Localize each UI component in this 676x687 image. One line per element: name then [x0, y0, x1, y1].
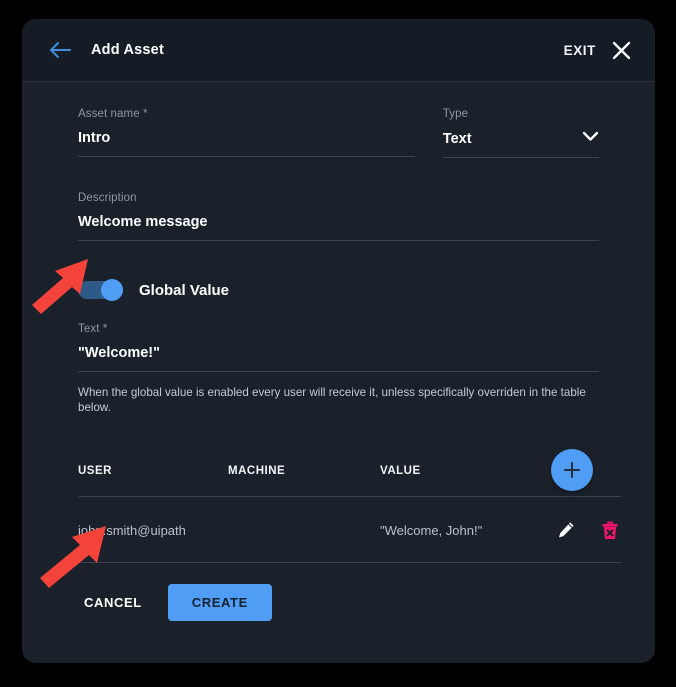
column-header-machine: MACHINE [228, 465, 380, 497]
trash-delete-icon [602, 521, 618, 539]
plus-icon [564, 462, 580, 478]
create-button[interactable]: CREATE [167, 584, 272, 621]
text-value-underline [78, 371, 599, 372]
header-actions: EXIT [564, 38, 633, 62]
overrides-table-section: USER MACHINE VALUE john.smith@uipath "We… [78, 449, 621, 621]
delete-row-button[interactable] [599, 519, 621, 541]
table-header-row: USER MACHINE VALUE [78, 465, 621, 497]
type-select-value[interactable]: Text [443, 130, 472, 148]
asset-name-input[interactable]: Intro [78, 129, 415, 147]
edit-row-button[interactable] [555, 519, 577, 541]
description-field[interactable]: Description Welcome message [78, 192, 599, 245]
overrides-table: USER MACHINE VALUE john.smith@uipath "We… [78, 465, 621, 563]
global-value-toggle[interactable] [78, 279, 123, 301]
text-value-input[interactable]: "Welcome!" [78, 344, 599, 362]
dialog-header: Add Asset EXIT [22, 19, 655, 82]
global-value-helper-text: When the global value is enabled every u… [78, 386, 586, 414]
pencil-icon [559, 522, 574, 538]
close-icon [612, 41, 630, 59]
global-value-row: Global Value [78, 279, 599, 301]
type-label: Type [442, 108, 469, 120]
asset-name-label: Asset name * [78, 108, 148, 120]
column-header-value: VALUE [380, 465, 525, 497]
add-override-button[interactable] [551, 449, 593, 491]
page-title: Add Asset [91, 42, 164, 58]
type-underline [442, 157, 599, 158]
cell-user: john.smith@uipath [78, 496, 228, 563]
asset-name-field[interactable]: Asset name * Intro [78, 108, 415, 162]
dialog-body: Asset name * Intro Type Text Description… [22, 82, 655, 621]
table-row: john.smith@uipath "Welcome, John!" [78, 496, 621, 563]
type-select-field[interactable]: Type Text [442, 108, 599, 162]
asset-name-underline [78, 156, 415, 157]
global-value-label: Global Value [139, 281, 230, 299]
cell-actions [525, 496, 621, 563]
chevron-down-icon[interactable] [582, 129, 599, 147]
arrow-left-icon [50, 42, 71, 58]
description-label: Description [78, 192, 137, 204]
close-button[interactable] [609, 38, 633, 62]
text-value-field[interactable]: Text * "Welcome!" [78, 323, 599, 376]
text-value-label: Text * [78, 323, 108, 335]
exit-button[interactable]: EXIT [564, 43, 596, 58]
cell-machine [228, 496, 380, 563]
cancel-button[interactable]: CANCEL [78, 585, 148, 620]
description-underline [78, 240, 599, 241]
toggle-knob [101, 279, 123, 301]
column-header-user: USER [78, 465, 228, 497]
back-button[interactable] [43, 33, 77, 67]
description-input[interactable]: Welcome message [78, 213, 599, 231]
form-row-name-type: Asset name * Intro Type Text [78, 108, 599, 162]
add-asset-dialog: Add Asset EXIT Asset name * Intro Type T… [22, 19, 655, 663]
cell-value: "Welcome, John!" [380, 496, 525, 563]
dialog-footer: CANCEL CREATE [78, 563, 599, 621]
